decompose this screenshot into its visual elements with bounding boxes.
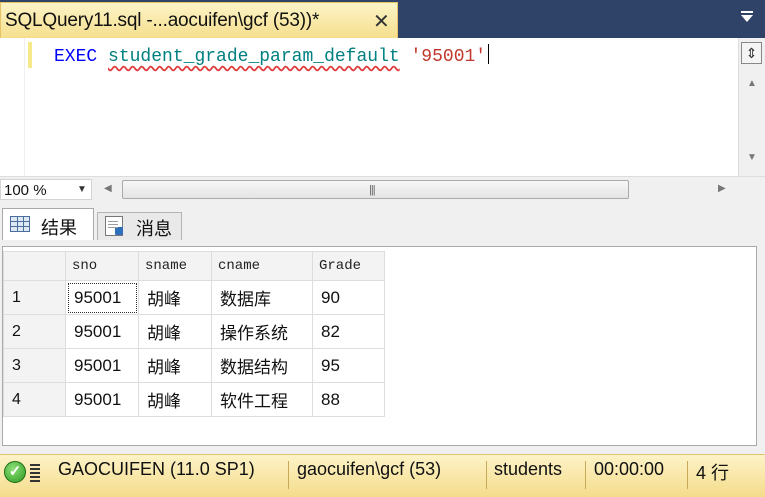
results-tab-bar: 结果 消息	[0, 202, 765, 244]
cell-cname[interactable]: 数据库	[211, 280, 313, 315]
tab-list-dropdown-icon[interactable]	[740, 10, 754, 26]
cell-sno[interactable]: 95001	[65, 348, 139, 383]
row-number[interactable]: 1	[3, 280, 66, 315]
column-header-sno[interactable]: sno	[65, 251, 139, 281]
document-tab-strip: SQLQuery11.sql -...aocuifen\gcf (53))* ✕	[0, 0, 765, 38]
sql-editor[interactable]: EXEC student_grade_param_default '95001'…	[0, 38, 765, 176]
cell-sno[interactable]: 95001	[65, 382, 139, 417]
text-caret	[488, 44, 490, 64]
scroll-up-arrow-icon[interactable]: ▲	[747, 78, 757, 89]
exec-keyword: EXEC	[54, 47, 98, 67]
tab-results[interactable]: 结果	[2, 208, 94, 240]
status-row-count: 4 行	[696, 463, 730, 483]
row-number[interactable]: 2	[3, 314, 66, 349]
editor-gutter	[0, 38, 25, 176]
cell-grade[interactable]: 82	[312, 314, 385, 349]
row-number[interactable]: 4	[3, 382, 66, 417]
query-status-bar: ✓ GAOCUIFEN (11.0 SP1) gaocuifen\gcf (53…	[0, 454, 765, 497]
scroll-down-arrow-icon[interactable]: ▼	[747, 152, 757, 163]
code-line[interactable]: EXEC student_grade_param_default '95001'	[54, 44, 490, 67]
cell-sno[interactable]: 95001	[65, 280, 139, 315]
cell-sname[interactable]: 胡峰	[138, 348, 212, 383]
change-tracking-bar	[28, 42, 32, 68]
table-row[interactable]: 2 95001 胡峰 操作系统 82	[3, 314, 385, 349]
success-check-icon: ✓	[4, 461, 26, 483]
results-pane: sno sname cname Grade 1 95001 胡峰 数据库 90	[0, 244, 765, 454]
scroll-left-arrow-icon[interactable]: ◀	[104, 183, 112, 194]
chevron-down-icon[interactable]: ▼	[77, 184, 87, 195]
status-elapsed-time: 00:00:00	[594, 459, 665, 479]
tab-messages[interactable]: 消息	[97, 212, 182, 240]
results-table: sno sname cname Grade 1 95001 胡峰 数据库 90	[3, 251, 385, 417]
cell-grade[interactable]: 95	[312, 348, 385, 383]
zoom-value: 100 %	[4, 182, 47, 199]
table-row[interactable]: 1 95001 胡峰 数据库 90	[3, 280, 385, 315]
cell-sno[interactable]: 95001	[65, 314, 139, 349]
cell-cname[interactable]: 操作系统	[211, 314, 313, 349]
cell-grade[interactable]: 88	[312, 382, 385, 417]
close-tab-icon[interactable]: ✕	[373, 9, 390, 34]
string-argument: '95001'	[410, 47, 487, 67]
query-document-tab[interactable]: SQLQuery11.sql -...aocuifen\gcf (53))* ✕	[0, 2, 398, 38]
connection-bars-icon	[30, 464, 40, 482]
cell-grade[interactable]: 90	[312, 280, 385, 315]
messages-icon	[105, 216, 123, 236]
column-header-cname[interactable]: cname	[211, 251, 313, 281]
table-row[interactable]: 3 95001 胡峰 数据结构 95	[3, 348, 385, 383]
cell-sname[interactable]: 胡峰	[138, 382, 212, 417]
row-number-header[interactable]	[3, 251, 66, 281]
status-connection: gaocuifen\gcf (53)	[297, 459, 442, 479]
column-header-sname[interactable]: sname	[138, 251, 212, 281]
scroll-right-arrow-icon[interactable]: ▶	[718, 183, 726, 194]
grip-icon: |||	[369, 184, 376, 196]
tab-messages-label: 消息	[136, 219, 172, 239]
ssms-query-window: SQLQuery11.sql -...aocuifen\gcf (53))* ✕…	[0, 0, 765, 497]
cell-sname[interactable]: 胡峰	[138, 314, 212, 349]
query-tab-title: SQLQuery11.sql -...aocuifen\gcf (53))*	[5, 10, 320, 31]
horizontal-scroll-thumb[interactable]: |||	[122, 180, 629, 199]
tab-results-label: 结果	[41, 218, 77, 238]
zoom-dropdown[interactable]: 100 % ▼	[0, 179, 92, 200]
status-server: GAOCUIFEN (11.0 SP1)	[58, 459, 255, 479]
cell-cname[interactable]: 数据结构	[211, 348, 313, 383]
grid-icon	[10, 216, 30, 232]
results-grid[interactable]: sno sname cname Grade 1 95001 胡峰 数据库 90	[2, 246, 757, 446]
column-header-grade[interactable]: Grade	[312, 251, 385, 281]
status-database: students	[494, 459, 563, 479]
cell-cname[interactable]: 软件工程	[211, 382, 313, 417]
table-row[interactable]: 4 95001 胡峰 软件工程 88	[3, 382, 385, 417]
zoom-and-hscroll-bar: 100 % ▼ ◀ ||| ▶	[0, 176, 765, 203]
procedure-name: student_grade_param_default	[108, 47, 400, 67]
editor-vertical-scrollbar[interactable]: ⇕ ▲ ▼	[738, 38, 765, 176]
cell-sname[interactable]: 胡峰	[138, 280, 212, 315]
split-editor-button[interactable]: ⇕	[741, 42, 762, 64]
row-number[interactable]: 3	[3, 348, 66, 383]
